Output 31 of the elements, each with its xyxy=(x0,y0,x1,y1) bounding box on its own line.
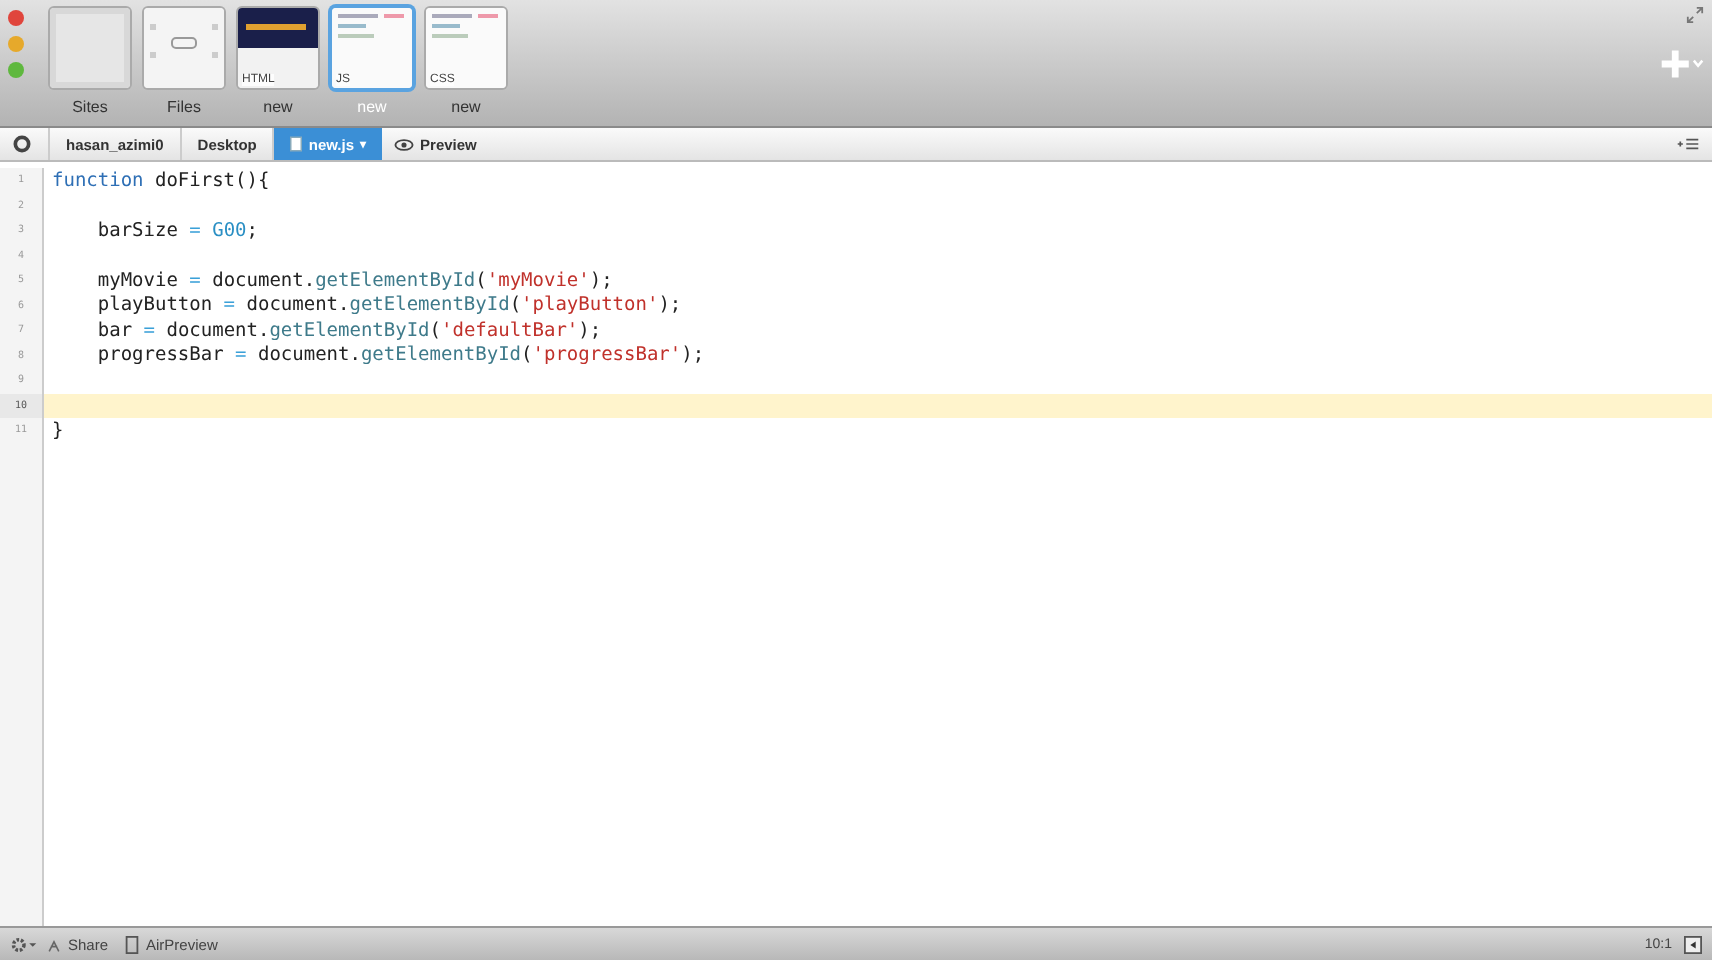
close-button[interactable] xyxy=(8,10,24,26)
fullscreen-icon[interactable] xyxy=(1686,6,1704,24)
site-tile[interactable]: Sites xyxy=(48,8,132,126)
site-label: Files xyxy=(167,98,201,116)
code-line: myMovie = document.getElementById('myMovie'); xyxy=(95,269,613,292)
code-line: barSize = G00; xyxy=(95,219,258,242)
settings-icon[interactable] xyxy=(10,935,38,953)
site-label: new xyxy=(263,98,293,116)
site-label: new xyxy=(451,98,481,116)
code-line: bar = document.getElementById('defaultBar'); xyxy=(95,319,602,342)
site-tile[interactable]: Files xyxy=(142,8,226,126)
menu-icon[interactable] xyxy=(1676,136,1700,152)
code-line: playButton = document.getElementById('playButton'); xyxy=(95,294,682,317)
site-label: Sites xyxy=(72,98,108,116)
file-icon xyxy=(290,136,303,152)
eye-icon xyxy=(394,137,415,151)
sync-icon[interactable] xyxy=(12,134,32,154)
code-line: progressBar = document.getElementById('progressBar'); xyxy=(95,344,705,367)
site-label: new xyxy=(357,98,387,116)
thumbnail[interactable] xyxy=(144,8,224,88)
code-line: function doFirst(){ xyxy=(52,169,270,192)
collapse-icon[interactable] xyxy=(1684,935,1702,953)
files-icon xyxy=(144,8,224,88)
blank-preview-icon xyxy=(50,8,130,88)
device-icon xyxy=(124,935,141,953)
document-preview-icon xyxy=(332,8,412,88)
code-line: } xyxy=(52,419,64,442)
document-preview-icon xyxy=(426,8,506,88)
add-icon[interactable] xyxy=(1660,48,1704,80)
thumbnail[interactable] xyxy=(50,8,130,88)
page-preview-icon xyxy=(238,8,318,88)
